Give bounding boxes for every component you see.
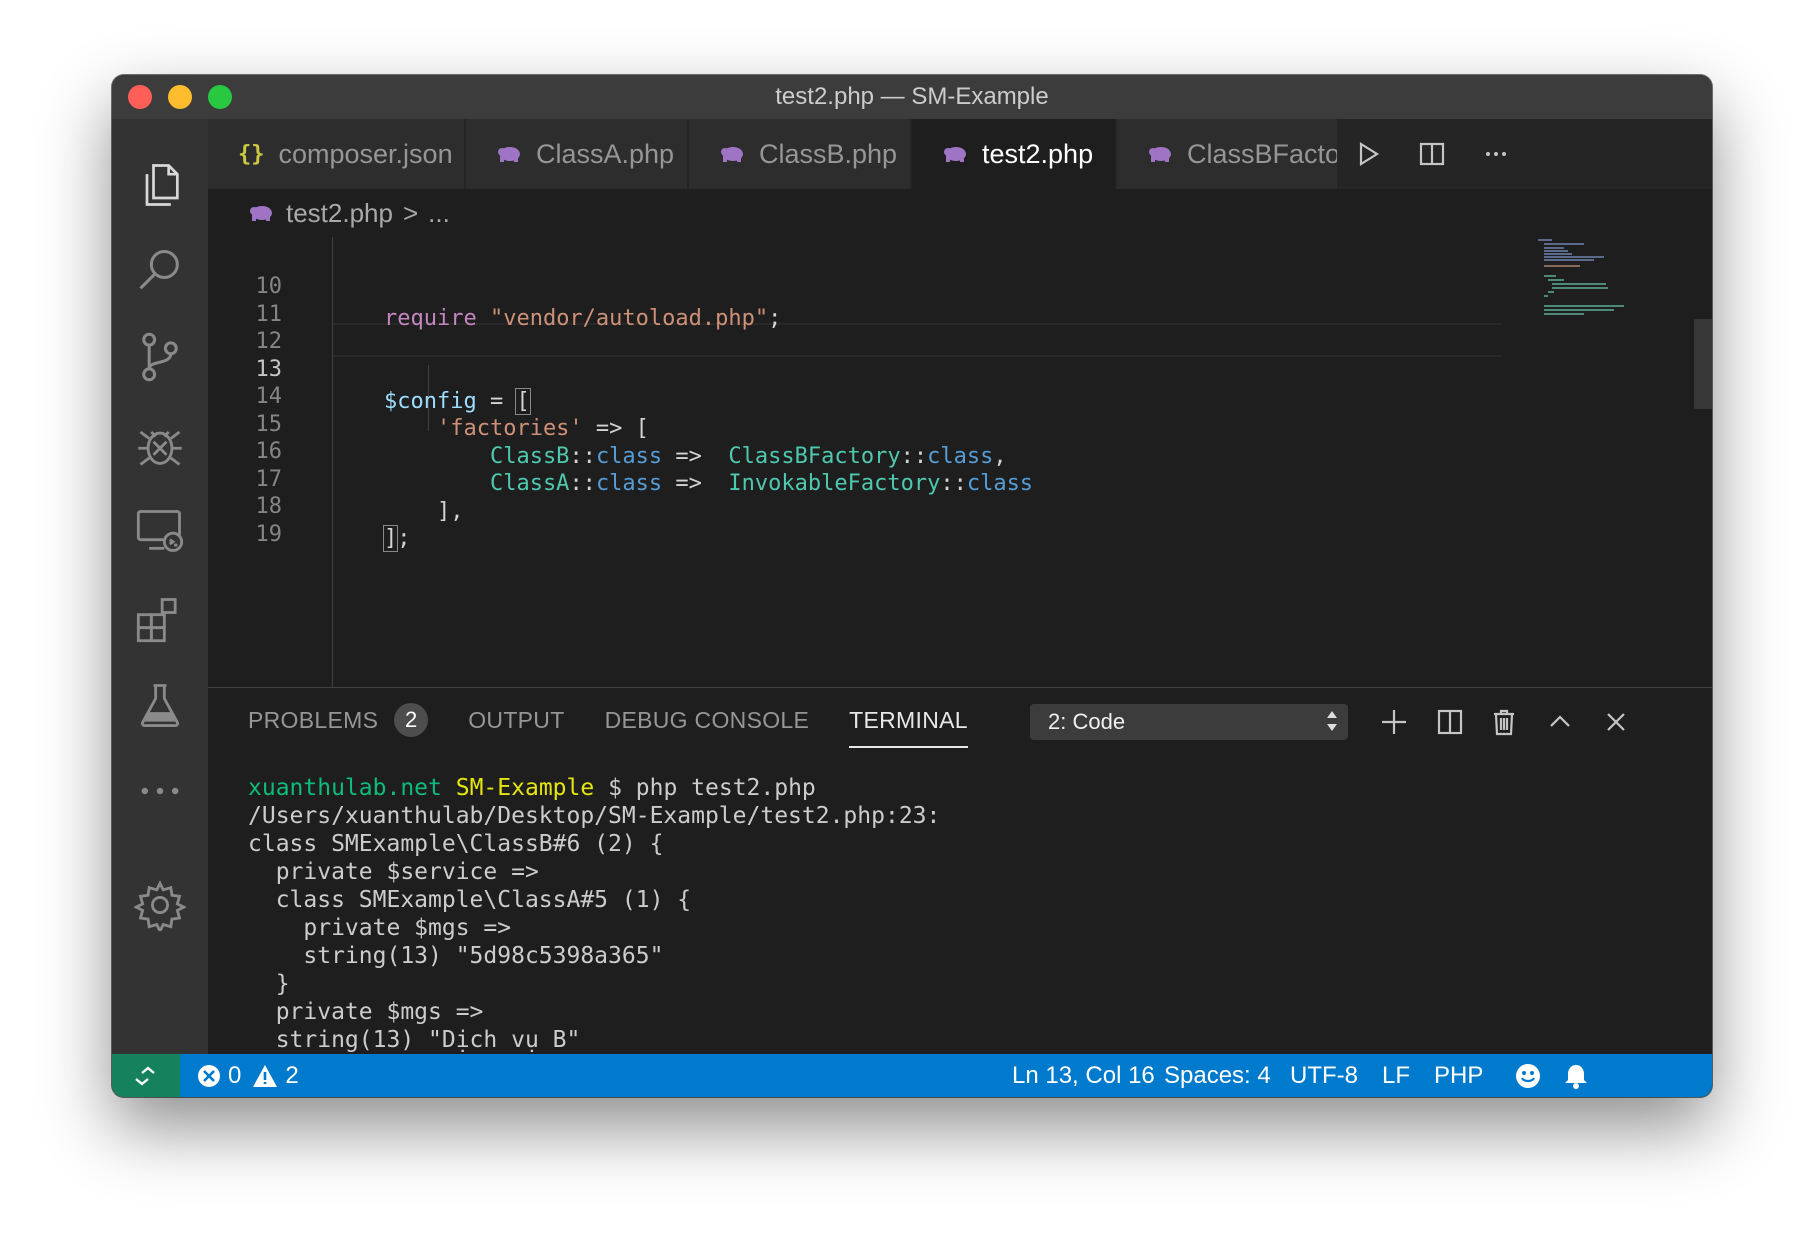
remote-indicator-icon[interactable]	[112, 1054, 180, 1097]
code-token: ]	[382, 525, 399, 552]
editor-area: {} composer.json ClassA.php ClassB.php t…	[208, 119, 1712, 1097]
tab-problems[interactable]: PROBLEMS 2	[248, 688, 429, 752]
indentation-status[interactable]: Spaces: 4	[1164, 1054, 1271, 1097]
terminal-prompt-line: xuanthulab.net SM-Example $ php test2.ph…	[248, 774, 1648, 802]
code-line-19: 19	[208, 487, 1508, 547]
tab-label: PROBLEMS	[248, 706, 379, 733]
language-mode[interactable]: PHP	[1434, 1054, 1483, 1097]
encoding-status[interactable]: UTF-8	[1290, 1054, 1358, 1097]
status-bar: 0 2 Ln 13, Col 16 Spaces: 4 UTF-8 LF PHP	[112, 1054, 1712, 1097]
terminal-line: private $service =>	[248, 859, 539, 885]
terminal-line: string(13) "Dịch vụ B"	[248, 1027, 581, 1053]
terminal-line: private $mgs =>	[248, 999, 484, 1025]
select-arrows-icon	[1326, 708, 1338, 736]
problems-status[interactable]: 0 2	[196, 1054, 299, 1097]
breadcrumb[interactable]: test2.php > ...	[208, 189, 1712, 237]
explorer-icon[interactable]	[128, 153, 192, 217]
remote-explorer-icon[interactable]	[128, 499, 192, 563]
tab-classbfactory-php[interactable]: ClassBFactory.	[1117, 119, 1338, 189]
prompt-host: xuanthulab.net	[248, 775, 442, 801]
more-views-icon[interactable]	[128, 759, 192, 823]
more-actions-icon[interactable]	[1464, 119, 1528, 189]
tab-label: TERMINAL	[849, 706, 968, 733]
editor-scrollbar[interactable]	[1694, 319, 1712, 409]
minimize-window-button[interactable]	[168, 85, 192, 109]
tab-label: OUTPUT	[468, 706, 565, 733]
breadcrumb-file[interactable]: test2.php	[286, 198, 393, 229]
tab-output[interactable]: OUTPUT	[468, 688, 564, 752]
php-icon	[1147, 144, 1173, 164]
warning-icon	[253, 1064, 278, 1087]
error-count: 0	[228, 1061, 242, 1089]
split-editor-icon[interactable]	[1400, 119, 1464, 189]
tab-composer-json[interactable]: {} composer.json	[208, 119, 465, 189]
editor-actions	[1336, 119, 1528, 189]
php-icon	[942, 144, 968, 164]
code-editor[interactable]: 10 require "vendor/autoload.php"; 11 12 …	[208, 237, 1712, 687]
tab-classa-php[interactable]: ClassA.php	[466, 119, 688, 189]
chevron-right-icon: >	[402, 197, 419, 228]
panel-tabs: PROBLEMS 2 OUTPUT DEBUG CONSOLE TERMINAL	[248, 688, 1008, 752]
tab-label: test2.php	[982, 138, 1094, 169]
window-title: test2.php — SM-Example	[775, 83, 1049, 110]
code-token: ;	[397, 526, 411, 551]
tab-debug-console[interactable]: DEBUG CONSOLE	[605, 688, 810, 752]
notifications-bell-icon[interactable]	[1562, 1054, 1590, 1097]
prompt-command: php test2.php	[635, 775, 816, 801]
testing-flask-icon[interactable]	[128, 673, 192, 737]
activity-bar	[112, 119, 208, 1054]
terminal-line: /Users/xuanthulab/Desktop/SM-Example/tes…	[248, 803, 941, 829]
tab-label: DEBUG CONSOLE	[604, 706, 810, 733]
debug-icon[interactable]	[128, 413, 192, 477]
extensions-icon[interactable]	[128, 587, 192, 651]
breadcrumb-more[interactable]: ...	[428, 198, 450, 229]
run-icon[interactable]	[1336, 119, 1400, 189]
editor-tabs: {} composer.json ClassA.php ClassB.php t…	[208, 119, 1712, 189]
trash-icon[interactable]	[1484, 702, 1524, 742]
terminal-line: private $mgs =>	[248, 915, 512, 941]
prompt-project: SM-Example	[455, 775, 595, 801]
title-bar: test2.php — SM-Example	[112, 75, 1712, 119]
php-icon	[248, 203, 274, 223]
maximize-window-button[interactable]	[208, 85, 232, 109]
bottom-panel: PROBLEMS 2 OUTPUT DEBUG CONSOLE TERMINAL…	[208, 687, 1712, 1097]
terminal-output[interactable]: xuanthulab.net SM-Example $ php test2.ph…	[248, 774, 1648, 1097]
vscode-window: test2.php — SM-Example {} composer.json …	[112, 75, 1712, 1097]
tab-classb-php[interactable]: ClassB.php	[689, 119, 911, 189]
terminal-select[interactable]: 2: Code	[1030, 704, 1348, 740]
tab-label: composer.json	[278, 138, 453, 169]
terminal-line: string(13) "5d98c5398a365"	[248, 943, 664, 969]
json-icon: {}	[238, 141, 265, 167]
close-window-button[interactable]	[128, 85, 152, 109]
source-control-icon[interactable]	[128, 325, 192, 389]
cursor-position[interactable]: Ln 13, Col 16	[1012, 1054, 1155, 1097]
maximize-panel-icon[interactable]	[1540, 702, 1580, 742]
line-number: 19	[255, 522, 283, 547]
terminal-line: }	[248, 971, 290, 997]
new-terminal-icon[interactable]	[1374, 702, 1414, 742]
eol-status[interactable]: LF	[1382, 1054, 1410, 1097]
close-panel-icon[interactable]	[1596, 702, 1636, 742]
terminal-line: class SMExample\ClassA#5 (1) {	[248, 887, 692, 913]
minimap[interactable]	[1536, 237, 1646, 347]
feedback-smiley-icon[interactable]	[1514, 1054, 1542, 1097]
settings-gear-icon[interactable]	[128, 873, 192, 937]
error-icon	[198, 1064, 220, 1087]
php-icon	[719, 144, 745, 164]
tab-label: ClassBFactory.	[1187, 138, 1337, 169]
problems-count-badge: 2	[394, 703, 429, 737]
prompt-symbol: $	[594, 775, 636, 801]
search-icon[interactable]	[128, 239, 192, 303]
tab-label: ClassA.php	[536, 138, 675, 169]
terminal-select-value: 2: Code	[1048, 709, 1126, 734]
tab-terminal[interactable]: TERMINAL	[849, 688, 968, 752]
tab-test2-php[interactable]: test2.php ✕	[912, 119, 1116, 189]
terminal-line: class SMExample\ClassB#6 (2) {	[248, 831, 664, 857]
split-terminal-icon[interactable]	[1430, 702, 1470, 742]
close-tab-icon[interactable]: ✕	[1115, 137, 1116, 172]
tab-label: ClassB.php	[759, 138, 898, 169]
warning-count: 2	[285, 1061, 299, 1089]
php-icon	[496, 144, 522, 164]
